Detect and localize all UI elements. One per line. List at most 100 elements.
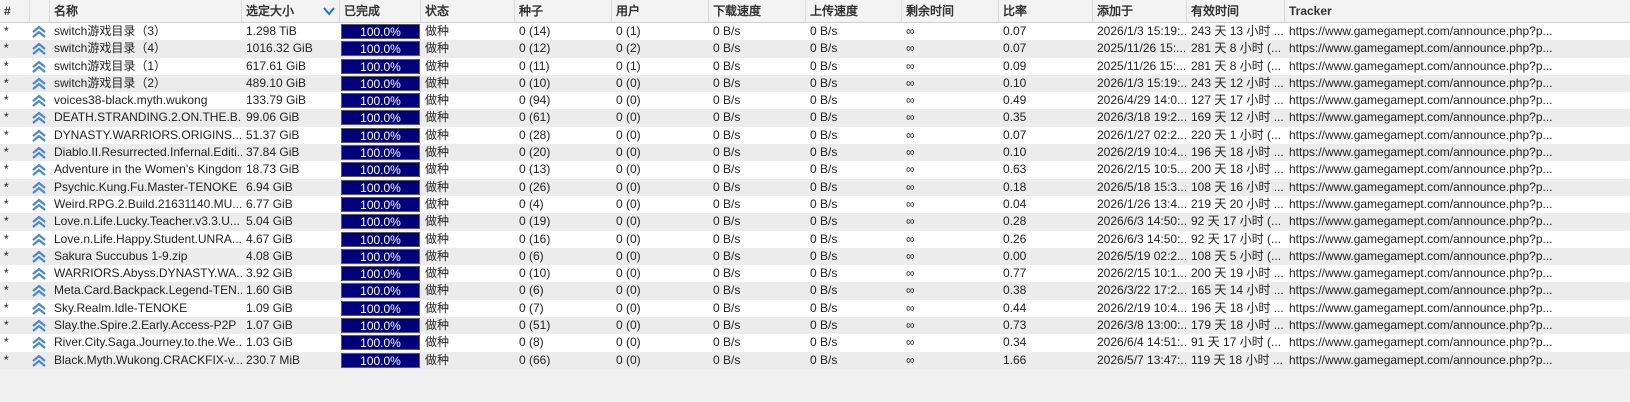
- row-up-speed: 0 B/s: [810, 283, 838, 298]
- table-row[interactable]: * switch游戏目录（2） 489.10 GiB 做种 0 (10) 0 (0) 0 B…: [0, 74, 1630, 93]
- table-row[interactable]: * Psychic.Kung.Fu.Master-TENOKE 6.94 GiB 做种…: [0, 178, 1630, 196]
- row-size: 1016.32 GiB: [246, 41, 313, 56]
- table-row[interactable]: * Sky.Realm.Idle-TENOKE 1.09 GiB 做种 0 (7) 0 (…: [0, 299, 1630, 318]
- row-added: 2026/2/19 10:4...: [1097, 300, 1187, 315]
- row-down-speed: 0 B/s: [713, 231, 741, 246]
- double-chevron-up-icon: [32, 302, 46, 315]
- row-peers: 0 (1): [616, 24, 641, 38]
- table-row[interactable]: * Love.n.Life.Lucky.Teacher.v3.3.U... 5.04…: [0, 213, 1630, 231]
- row-up-speed: 0 B/s: [810, 93, 838, 108]
- table-row[interactable]: * DYNASTY.WARRIORS.ORIGINS.... 51.37 GiB 做种…: [0, 126, 1630, 145]
- row-down-speed: 0 B/s: [713, 162, 741, 177]
- row-tracker: https://www.gamegamept.com/announce.php?…: [1289, 75, 1553, 90]
- row-seeds: 0 (61): [519, 110, 551, 125]
- row-num: *: [4, 41, 9, 56]
- row-num: *: [4, 196, 9, 211]
- table-row[interactable]: * Love.n.Life.Happy.Student.UNRA... 4.67 G…: [0, 230, 1630, 248]
- col-header-status[interactable]: 状态: [421, 0, 515, 22]
- row-valid-time: 281 天 8 小时 (...: [1191, 41, 1282, 56]
- progress-bar: 100.0%: [341, 162, 420, 178]
- row-eta: ∞: [906, 283, 915, 298]
- row-valid-time: 169 天 12 小时 ...: [1191, 110, 1284, 125]
- table-row[interactable]: * switch游戏目录（1） 617.61 GiB 做种 0 (11) 0 (1) 0 B…: [0, 57, 1630, 75]
- row-status: 做种: [425, 248, 450, 263]
- table-header: # 名称 选定大小 已完成 状态 种子 用户 下载速度 上传速度 剩余时间 比率…: [0, 0, 1630, 23]
- col-header-added[interactable]: 添加于: [1093, 0, 1187, 22]
- sort-descending-icon: [323, 7, 335, 16]
- col-header-valid-time[interactable]: 有效时间: [1187, 0, 1285, 22]
- row-seeds: 0 (7): [519, 300, 544, 315]
- progress-bar: 100.0%: [341, 145, 420, 161]
- row-valid-time: 108 天 16 小时 ...: [1191, 179, 1284, 194]
- col-header-down-speed[interactable]: 下载速度: [709, 0, 806, 22]
- row-ratio: 0.07: [1003, 127, 1027, 142]
- table-row[interactable]: * Slay.the.Spire.2.Early.Access-P2P 1.07 G…: [0, 317, 1630, 335]
- row-seeds: 0 (28): [519, 127, 551, 142]
- row-size: 1.07 GiB: [246, 318, 293, 333]
- row-peers: 0 (0): [616, 127, 641, 142]
- row-size: 6.94 GiB: [246, 179, 293, 194]
- row-seeds: 0 (16): [519, 231, 551, 246]
- progress-bar: 100.0%: [341, 196, 420, 212]
- row-size: 1.60 GiB: [246, 283, 293, 298]
- table-row[interactable]: * River.City.Saga.Journey.to.the.We... 1.0…: [0, 334, 1630, 352]
- double-chevron-up-icon: [32, 336, 46, 350]
- table-row[interactable]: * Meta.Card.Backpack.Legend-TEN... 1.60 Gi…: [0, 282, 1630, 300]
- row-up-speed: 0 B/s: [810, 318, 838, 333]
- row-size: 6.77 GiB: [246, 196, 293, 211]
- col-header-ratio[interactable]: 比率: [999, 0, 1093, 22]
- row-added: 2026/2/19 10:4...: [1097, 145, 1187, 160]
- row-status: 做种: [425, 266, 450, 281]
- row-name: Weird.RPG.2.Build.21631140.MU...: [54, 196, 242, 211]
- row-added: 2026/5/7 13:47:...: [1097, 352, 1187, 367]
- col-header-seeds[interactable]: 种子: [515, 0, 612, 22]
- row-num: *: [4, 145, 9, 160]
- col-header-peers[interactable]: 用户: [612, 0, 709, 22]
- table-row[interactable]: * DEATH.STRANDING.2.ON.THE.B... 99.06 GiB 做…: [0, 109, 1630, 127]
- table-row[interactable]: * switch游戏目录（3） 1.298 TiB 做种 0 (14) 0 (1) 0 B/…: [0, 23, 1630, 41]
- row-size: 617.61 GiB: [246, 58, 307, 73]
- progress-bar: 100.0%: [341, 266, 420, 282]
- row-ratio: 0.07: [1003, 24, 1027, 38]
- table-row[interactable]: * Weird.RPG.2.Build.21631140.MU... 6.77 Gi…: [0, 195, 1630, 214]
- row-peers: 0 (0): [616, 145, 641, 160]
- table-row[interactable]: * Diablo.II.Resurrected.Infernal.Editi...…: [0, 144, 1630, 162]
- table-row[interactable]: * Sakura Succubus 1-9.zip 4.08 GiB 做种 0 (6) 0…: [0, 247, 1630, 266]
- table-row[interactable]: * Black.Myth.Wukong.CRACKFIX-v... 230.7 Mi…: [0, 351, 1630, 369]
- row-eta: ∞: [906, 145, 915, 160]
- progress-bar: 100.0%: [341, 24, 420, 39]
- row-status: 做种: [425, 214, 450, 229]
- col-header-priority[interactable]: [30, 0, 50, 22]
- row-peers: 0 (0): [616, 283, 641, 298]
- row-added: 2026/6/3 14:50:...: [1097, 214, 1187, 229]
- col-header-eta[interactable]: 剩余时间: [902, 0, 999, 22]
- row-name: Diablo.II.Resurrected.Infernal.Editi...: [54, 145, 242, 160]
- row-ratio: 0.73: [1003, 318, 1027, 333]
- row-valid-time: 196 天 18 小时 ...: [1191, 145, 1284, 160]
- col-header-size[interactable]: 选定大小: [242, 0, 340, 22]
- row-name: Psychic.Kung.Fu.Master-TENOKE: [54, 179, 238, 194]
- col-header-name[interactable]: 名称: [50, 0, 242, 22]
- col-header-up-speed[interactable]: 上传速度: [806, 0, 902, 22]
- col-header-done[interactable]: 已完成: [340, 0, 421, 22]
- table-row[interactable]: * WARRIORS.Abyss.DYNASTY.WA... 3.92 GiB 做种 0…: [0, 265, 1630, 283]
- progress-bar: 100.0%: [341, 58, 420, 74]
- row-tracker: https://www.gamegamept.com/announce.php?…: [1289, 335, 1553, 350]
- col-header-num[interactable]: #: [0, 0, 30, 22]
- table-row[interactable]: * switch游戏目录（4） 1016.32 GiB 做种 0 (12) 0 (2) 0 …: [0, 40, 1630, 58]
- row-tracker: https://www.gamegamept.com/announce.php?…: [1289, 283, 1553, 298]
- row-peers: 0 (1): [616, 58, 641, 73]
- progress-bar: 100.0%: [341, 41, 420, 57]
- row-ratio: 0.09: [1003, 58, 1027, 73]
- table-row[interactable]: * Adventure in the Women's Kingdom 18.73 G…: [0, 161, 1630, 179]
- row-status: 做种: [425, 352, 450, 367]
- col-header-tracker[interactable]: Tracker: [1285, 0, 1630, 22]
- row-added: 2026/5/18 15:3...: [1097, 179, 1187, 194]
- row-down-speed: 0 B/s: [713, 266, 741, 281]
- row-tracker: https://www.gamegamept.com/announce.php?…: [1289, 162, 1553, 177]
- table-row[interactable]: * voices38-black.myth.wukong 133.79 GiB 做种 0…: [0, 92, 1630, 110]
- double-chevron-up-icon: [32, 198, 46, 211]
- row-peers: 0 (0): [616, 110, 641, 125]
- row-eta: ∞: [906, 248, 915, 263]
- row-seeds: 0 (26): [519, 179, 551, 194]
